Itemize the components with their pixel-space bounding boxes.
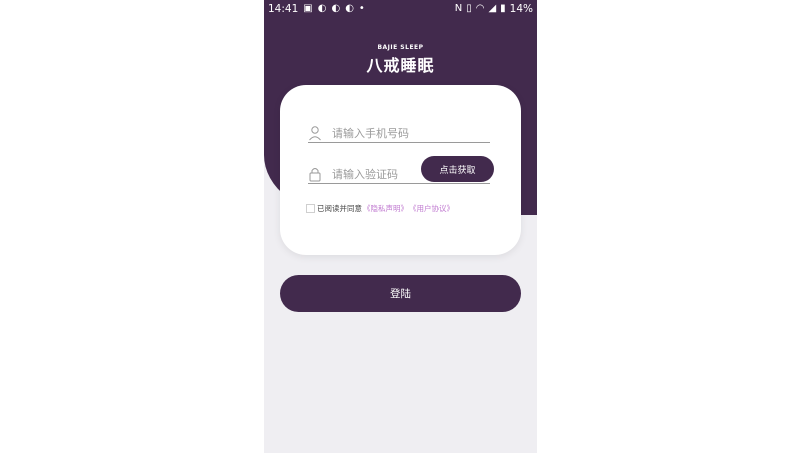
get-code-button[interactable]: 点击获取 bbox=[421, 156, 494, 182]
agree-checkbox[interactable] bbox=[306, 204, 315, 213]
no-signal-icon: ◢ bbox=[488, 3, 497, 14]
vibrate-icon: ▯ bbox=[466, 3, 472, 14]
q-app-icon: ◐ bbox=[345, 3, 354, 14]
dot-icon: • bbox=[358, 3, 365, 14]
logo-subtitle: BAJIE SLEEP bbox=[377, 44, 424, 51]
battery-icon: ▮ bbox=[500, 3, 506, 14]
user-agreement-link[interactable]: 《用户协议》 bbox=[409, 203, 454, 214]
user-icon bbox=[309, 126, 321, 141]
wifi-icon: ◠ bbox=[475, 3, 485, 14]
phone-input[interactable] bbox=[332, 126, 432, 140]
phone-screen: 14:41 ▣ ◐ ◐ ◐ • N ▯ ◠ ◢ ▮ 14% BAJIE SLEE… bbox=[264, 0, 537, 453]
logo-title: 八戒睡眠 bbox=[366, 56, 435, 75]
image-icon: ▣ bbox=[303, 3, 313, 14]
q-app-icon: ◐ bbox=[317, 3, 327, 14]
status-right: N ▯ ◠ ◢ ▮ 14% bbox=[455, 3, 533, 15]
login-button[interactable]: 登陆 bbox=[280, 275, 521, 312]
status-time: 14:41 bbox=[268, 3, 299, 15]
phone-field bbox=[308, 124, 490, 143]
status-left: 14:41 ▣ ◐ ◐ ◐ • bbox=[268, 3, 365, 15]
code-input[interactable] bbox=[332, 167, 432, 181]
q-app-icon: ◐ bbox=[331, 3, 341, 14]
app-logo: BAJIE SLEEP 八戒睡眠 bbox=[264, 44, 537, 76]
agreement-row: 已阅读并同意 《隐私声明》 《用户协议》 bbox=[306, 203, 454, 214]
privacy-link[interactable]: 《隐私声明》 bbox=[363, 203, 408, 214]
nfc-icon: N bbox=[454, 3, 463, 14]
battery-percent: 14% bbox=[509, 3, 533, 15]
login-card: 点击获取 已阅读并同意 《隐私声明》 《用户协议》 bbox=[280, 85, 521, 255]
agree-text: 已阅读并同意 bbox=[317, 204, 362, 213]
status-bar: 14:41 ▣ ◐ ◐ ◐ • N ▯ ◠ ◢ ▮ 14% bbox=[264, 0, 537, 18]
lock-icon bbox=[309, 168, 321, 182]
